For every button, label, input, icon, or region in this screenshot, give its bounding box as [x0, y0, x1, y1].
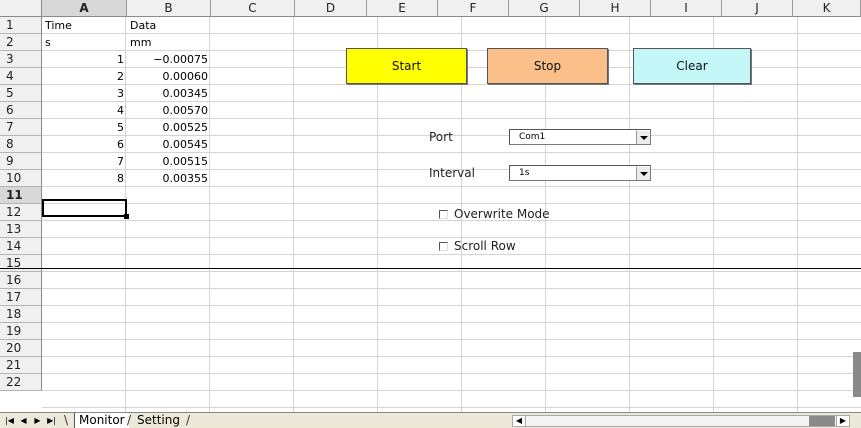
column-header-g[interactable]: G	[509, 0, 580, 17]
checkbox-icon[interactable]	[439, 209, 448, 219]
tab-divider: \	[64, 413, 69, 427]
cell-a9[interactable]: 7	[42, 153, 127, 170]
row-header[interactable]: 13	[0, 221, 42, 238]
cell-b4[interactable]: 0.00060	[127, 68, 211, 85]
cell-a3[interactable]: 1	[42, 51, 127, 68]
cell-b5[interactable]: 0.00345	[127, 85, 211, 102]
column-header-b[interactable]: B	[127, 0, 211, 17]
column-header-c[interactable]: C	[211, 0, 295, 17]
cell-a10[interactable]: 8	[42, 170, 127, 187]
column-header-f[interactable]: F	[438, 0, 509, 17]
scroll-row-label: Scroll Row	[454, 239, 516, 253]
overwrite-mode-label: Overwrite Mode	[454, 207, 550, 221]
prev-sheet-icon[interactable]: ◀	[18, 415, 29, 426]
row-header[interactable]: 8	[0, 136, 42, 153]
cell-a4[interactable]: 2	[42, 68, 127, 85]
row-header[interactable]: 20	[0, 340, 42, 357]
cell-b6[interactable]: 0.00570	[127, 102, 211, 119]
row-header[interactable]: 18	[0, 306, 42, 323]
cell-b1[interactable]: Data	[130, 17, 156, 34]
cell-a8[interactable]: 6	[42, 136, 127, 153]
fill-handle[interactable]	[124, 214, 129, 219]
row-header[interactable]: 9	[0, 153, 42, 170]
scroll-row-checkbox[interactable]: Scroll Row	[439, 239, 516, 253]
row-header[interactable]: 11	[0, 187, 42, 204]
first-sheet-icon[interactable]: |◀	[4, 415, 15, 426]
horizontal-scrollbar[interactable]: ◀ ▶	[512, 415, 850, 427]
column-header-h[interactable]: H	[580, 0, 651, 17]
cell-b3[interactable]: −0.00075	[127, 51, 211, 68]
next-sheet-icon[interactable]: ▶	[32, 415, 43, 426]
row-header[interactable]: 16	[0, 272, 42, 289]
cell-a1[interactable]: Time	[45, 17, 72, 34]
tab-divider: /	[127, 413, 132, 427]
tab-divider: /	[186, 413, 191, 427]
port-label: Port	[429, 130, 453, 144]
interval-select[interactable]: 1s	[509, 165, 651, 181]
port-select-value: Com1	[519, 132, 546, 142]
column-header-e[interactable]: E	[367, 0, 438, 17]
row-header[interactable]: 1	[0, 17, 42, 34]
cell-a7[interactable]: 5	[42, 119, 127, 136]
row-header[interactable]: 21	[0, 357, 42, 374]
chevron-down-icon[interactable]	[636, 166, 650, 180]
cell-a5[interactable]: 3	[42, 85, 127, 102]
clear-button[interactable]: Clear	[633, 48, 751, 84]
row-header[interactable]: 7	[0, 119, 42, 136]
column-header-a[interactable]: A	[42, 0, 127, 17]
cell-b2[interactable]: mm	[130, 34, 151, 51]
tab-monitor[interactable]: Monitor	[74, 413, 129, 428]
overwrite-mode-checkbox[interactable]: Overwrite Mode	[439, 207, 550, 221]
interval-select-value: 1s	[519, 168, 530, 178]
column-header-d[interactable]: D	[295, 0, 367, 17]
row-header[interactable]: 12	[0, 204, 42, 221]
row-header[interactable]: 2	[0, 34, 42, 51]
cell-b9[interactable]: 0.00515	[127, 153, 211, 170]
row-header[interactable]: 6	[0, 102, 42, 119]
interval-label: Interval	[429, 166, 475, 180]
freeze-pane-divider	[0, 268, 861, 269]
row-header[interactable]: 5	[0, 85, 42, 102]
port-select[interactable]: Com1	[509, 129, 651, 145]
cell-b8[interactable]: 0.00545	[127, 136, 211, 153]
column-header-k[interactable]: K	[793, 0, 861, 17]
select-all-corner[interactable]	[0, 0, 42, 17]
cell-b10[interactable]: 0.00355	[127, 170, 211, 187]
horizontal-scrollbar-thumb[interactable]	[809, 416, 835, 426]
stop-button[interactable]: Stop	[487, 48, 608, 84]
row-header[interactable]: 19	[0, 323, 42, 340]
sheet-tab-bar: |◀ ◀ ▶ ▶| \ Monitor / Setting / ◀ ▶	[0, 412, 861, 428]
scroll-right-icon[interactable]: ▶	[836, 416, 849, 426]
column-headers: A B C D E F G H I J K	[42, 0, 861, 17]
scroll-left-icon[interactable]: ◀	[513, 416, 526, 426]
column-header-i[interactable]: I	[651, 0, 722, 17]
chevron-down-icon[interactable]	[636, 130, 650, 144]
cell-a6[interactable]: 4	[42, 102, 127, 119]
row-header[interactable]: 22	[0, 374, 42, 391]
row-header[interactable]: 4	[0, 68, 42, 85]
checkbox-icon[interactable]	[439, 241, 448, 251]
start-button[interactable]: Start	[346, 48, 467, 84]
column-header-j[interactable]: J	[722, 0, 793, 17]
row-header[interactable]: 17	[0, 289, 42, 306]
row-header[interactable]: 14	[0, 238, 42, 255]
cell-a2[interactable]: s	[45, 34, 51, 51]
vertical-scrollbar-thumb[interactable]	[853, 352, 861, 397]
row-header[interactable]: 15	[0, 255, 42, 272]
active-cell-a11[interactable]	[42, 199, 127, 217]
spreadsheet: A B C D E F G H I J K 1 2 3 4 5 6 7 8 9 …	[0, 0, 861, 412]
row-header[interactable]: 10	[0, 170, 42, 187]
cell-b7[interactable]: 0.00525	[127, 119, 211, 136]
tab-setting[interactable]: Setting	[133, 413, 184, 428]
row-header[interactable]: 3	[0, 51, 42, 68]
last-sheet-icon[interactable]: ▶|	[46, 415, 57, 426]
